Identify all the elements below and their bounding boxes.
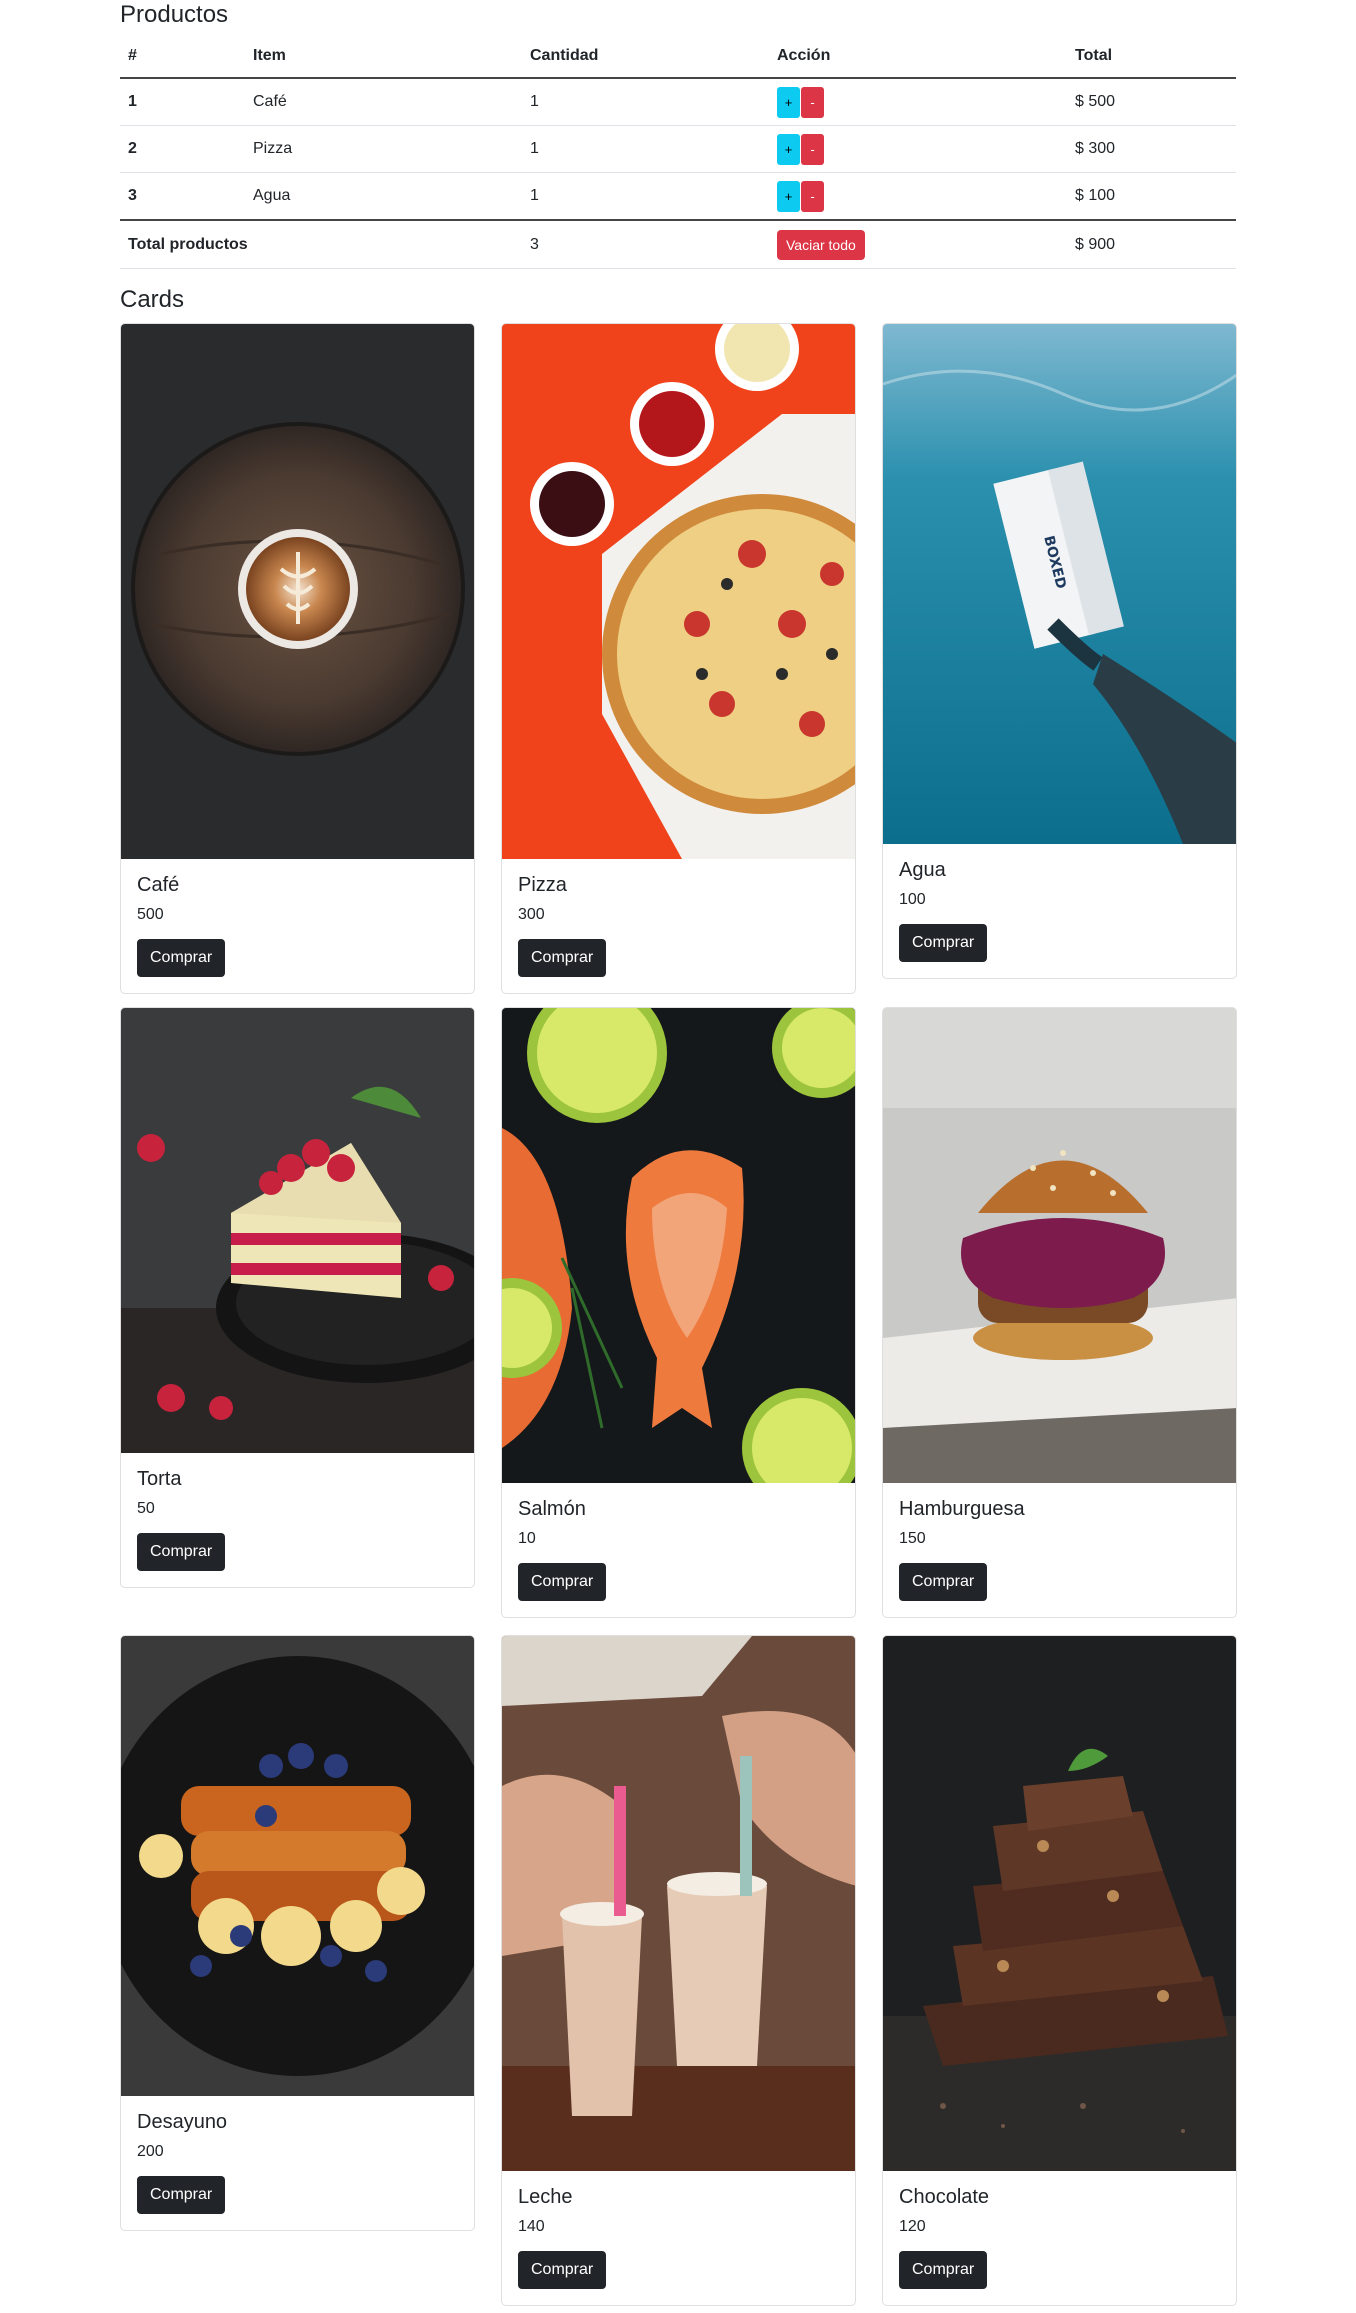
card-title: Agua	[899, 859, 946, 881]
buy-button[interactable]: Comprar	[899, 924, 988, 962]
product-card-hamburguesa: Hamburguesa 150 Comprar	[882, 1007, 1237, 1618]
buy-button[interactable]: Comprar	[518, 1563, 607, 1601]
hamburguesa-image	[883, 1008, 1236, 1483]
table-row: 3 Agua 1 + - $ 100	[120, 172, 1236, 221]
row-number: 1	[120, 78, 245, 126]
card-price: 500	[137, 906, 164, 923]
chocolate-image	[883, 1636, 1236, 2171]
product-card-desayuno: Desayuno 200 Comprar	[120, 1635, 475, 2231]
card-price: 10	[518, 1530, 536, 1547]
table-row: 2 Pizza 1 + - $ 300	[120, 125, 1236, 173]
total-products-quantity: 3	[522, 219, 769, 269]
row-total: $ 100	[1067, 172, 1236, 221]
card-body: Hamburguesa 150 Comprar	[883, 1483, 1236, 1617]
card-title: Hamburguesa	[899, 1498, 1025, 1520]
row-item: Agua	[245, 172, 522, 221]
card-title: Leche	[518, 2186, 573, 2208]
buy-button[interactable]: Comprar	[518, 939, 607, 977]
row-actions: + -	[769, 125, 1067, 173]
row-number: 2	[120, 125, 245, 173]
product-card-torta: Torta 50 Comprar	[120, 1007, 475, 1588]
leche-image	[502, 1636, 855, 2171]
card-price: 120	[899, 2218, 926, 2235]
card-title: Salmón	[518, 1498, 586, 1520]
desayuno-image	[121, 1636, 474, 2096]
row-quantity: 1	[522, 172, 769, 221]
row-item: Café	[245, 78, 522, 126]
torta-image	[121, 1008, 474, 1453]
header-item: Item	[245, 35, 522, 79]
products-table: # Item Cantidad Acción Total 1 Café 1 + -…	[120, 35, 1236, 269]
product-card-agua: BOXED Agua 100 Comprar	[882, 323, 1237, 979]
buy-button[interactable]: Comprar	[137, 939, 226, 977]
header-action: Acción	[769, 35, 1067, 79]
productos-heading: Productos	[120, 1, 229, 28]
row-total: $ 500	[1067, 78, 1236, 126]
agua-image: BOXED	[883, 324, 1236, 844]
decrease-button[interactable]: -	[801, 86, 824, 118]
header-total: Total	[1067, 35, 1236, 79]
card-title: Desayuno	[137, 2111, 228, 2133]
table-row: 1 Café 1 + - $ 500	[120, 78, 1236, 126]
card-body: Café 500 Comprar	[121, 859, 474, 993]
card-title: Café	[137, 874, 180, 896]
increase-button[interactable]: +	[777, 180, 800, 212]
card-body: Leche 140 Comprar	[502, 2171, 855, 2305]
card-title: Chocolate	[899, 2186, 990, 2208]
buy-button[interactable]: Comprar	[137, 1533, 226, 1571]
table-header-row: # Item Cantidad Acción Total	[120, 35, 1236, 79]
row-actions: + -	[769, 78, 1067, 126]
card-title: Torta	[137, 1468, 182, 1490]
card-body: Agua 100 Comprar	[883, 844, 1236, 978]
card-price: 200	[137, 2143, 164, 2160]
total-products-amount: $ 900	[1067, 219, 1236, 269]
card-body: Torta 50 Comprar	[121, 1453, 474, 1587]
clear-cell: Vaciar todo	[769, 219, 1067, 269]
card-price: 50	[137, 1500, 155, 1517]
increase-button[interactable]: +	[777, 86, 800, 118]
total-products-label: Total productos	[120, 219, 522, 269]
header-quantity: Cantidad	[522, 35, 769, 79]
table-footer-row: Total productos 3 Vaciar todo $ 900	[120, 219, 1236, 269]
card-title: Pizza	[518, 874, 567, 896]
card-price: 140	[518, 2218, 545, 2235]
cafe-image	[121, 324, 474, 859]
card-body: Salmón 10 Comprar	[502, 1483, 855, 1617]
buy-button[interactable]: Comprar	[518, 2251, 607, 2289]
row-actions: + -	[769, 172, 1067, 221]
salmon-image	[502, 1008, 855, 1483]
product-card-salmon: Salmón 10 Comprar	[501, 1007, 856, 1618]
row-item: Pizza	[245, 125, 522, 173]
card-body: Desayuno 200 Comprar	[121, 2096, 474, 2230]
decrease-button[interactable]: -	[801, 133, 824, 165]
buy-button[interactable]: Comprar	[137, 2176, 226, 2214]
card-price: 300	[518, 906, 545, 923]
buy-button[interactable]: Comprar	[899, 1563, 988, 1601]
row-quantity: 1	[522, 125, 769, 173]
row-total: $ 300	[1067, 125, 1236, 173]
card-price: 100	[899, 891, 926, 908]
card-price: 150	[899, 1530, 926, 1547]
header-number: #	[120, 35, 245, 79]
increase-button[interactable]: +	[777, 133, 800, 165]
product-card-pizza: Pizza 300 Comprar	[501, 323, 856, 994]
decrease-button[interactable]: -	[801, 180, 824, 212]
clear-all-button[interactable]: Vaciar todo	[777, 229, 865, 260]
row-number: 3	[120, 172, 245, 221]
product-card-leche: Leche 140 Comprar	[501, 1635, 856, 2306]
card-body: Pizza 300 Comprar	[502, 859, 855, 993]
product-card-chocolate: Chocolate 120 Comprar	[882, 1635, 1237, 2306]
buy-button[interactable]: Comprar	[899, 2251, 988, 2289]
cards-heading: Cards	[120, 286, 185, 313]
card-body: Chocolate 120 Comprar	[883, 2171, 1236, 2305]
pizza-image	[502, 324, 855, 859]
product-card-cafe: Café 500 Comprar	[120, 323, 475, 994]
row-quantity: 1	[522, 78, 769, 126]
